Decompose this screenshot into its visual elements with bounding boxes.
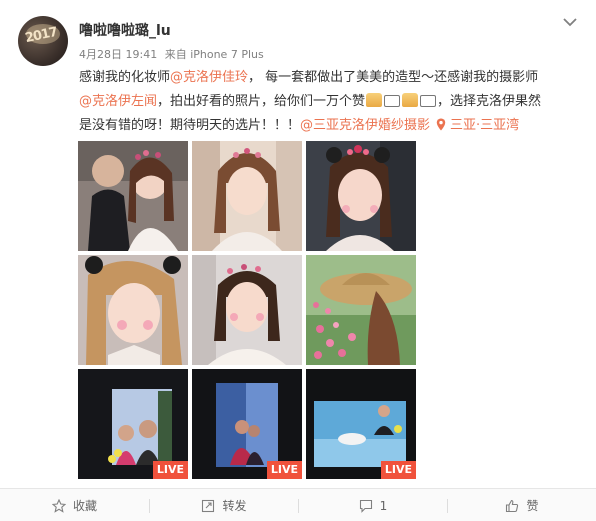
post-text-line-1: 感谢我的化妆师@克洛伊佳玲， 每一套都做出了美美的造型～还感谢我的摄影师 xyxy=(79,66,579,90)
photo-grid: LIVE LIVE LIVE xyxy=(78,141,416,479)
text-segment: ，选择克洛伊果然 xyxy=(437,94,542,109)
photo-8[interactable]: LIVE xyxy=(192,369,302,479)
thumbs-up-emoji-icon xyxy=(402,93,419,107)
username[interactable]: 噜啦噜啦璐_lu xyxy=(79,20,171,40)
favorite-label: 收藏 xyxy=(72,499,97,513)
post-source: 来自 iPhone 7 Plus xyxy=(164,48,264,61)
thumbs-up-emoji-icon xyxy=(366,93,383,107)
thumbs-up-icon xyxy=(506,499,519,512)
text-segment: ， 每一套都做出了美美的造型～还感谢我的摄影师 xyxy=(248,70,539,85)
repost-icon xyxy=(202,499,215,512)
image-emoji-icon xyxy=(384,95,401,107)
photo-2-image xyxy=(192,141,302,251)
post-meta: 4月28日 19:41 来自 iPhone 7 Plus xyxy=(79,46,268,62)
repost-button[interactable]: 转发 xyxy=(150,489,298,521)
photo-1[interactable] xyxy=(78,141,188,251)
mention-studio[interactable]: @三亚克洛伊婚纱摄影 xyxy=(300,118,430,133)
photo-4-image xyxy=(78,255,188,365)
like-button[interactable]: 赞 xyxy=(448,489,596,521)
photo-4[interactable] xyxy=(78,255,188,365)
post-action-bar: 收藏 转发 1 赞 xyxy=(0,488,596,521)
live-badge: LIVE xyxy=(380,461,416,479)
comment-count: 1 xyxy=(379,498,388,513)
photo-9[interactable]: LIVE xyxy=(306,369,416,479)
photo-6-image xyxy=(306,255,416,365)
image-emoji-icon xyxy=(420,95,437,107)
text-segment: 感谢我的化妆师 xyxy=(79,70,171,85)
live-badge: LIVE xyxy=(152,461,188,479)
location-pin-icon xyxy=(436,118,446,131)
photo-5[interactable] xyxy=(192,255,302,365)
photo-1-image xyxy=(78,141,188,251)
text-segment: ，拍出好看的照片，给你们一万个赞 xyxy=(157,94,366,109)
like-label: 赞 xyxy=(526,499,539,513)
post-date[interactable]: 4月28日 19:41 xyxy=(79,48,157,61)
photo-2[interactable] xyxy=(192,141,302,251)
mention-photographer[interactable]: @克洛伊左闻 xyxy=(79,94,157,109)
post-text-line-2: @克洛伊左闻，拍出好看的照片，给你们一万个赞 ，选择克洛伊果然 xyxy=(79,90,579,114)
favorite-button[interactable]: 收藏 xyxy=(0,489,149,521)
post-text: 感谢我的化妆师@克洛伊佳玲， 每一套都做出了美美的造型～还感谢我的摄影师 @克洛… xyxy=(79,66,579,138)
photo-3[interactable] xyxy=(306,141,416,251)
star-icon xyxy=(51,498,66,513)
chevron-down-icon[interactable] xyxy=(562,16,578,28)
location-link[interactable]: 三亚·三亚湾 xyxy=(450,118,519,133)
photo-3-image xyxy=(306,141,416,251)
photo-7[interactable]: LIVE xyxy=(78,369,188,479)
mention-makeup-artist[interactable]: @克洛伊佳玲 xyxy=(170,70,248,85)
live-badge: LIVE xyxy=(266,461,302,479)
user-avatar[interactable]: 2017 xyxy=(18,16,68,66)
photo-5-image xyxy=(192,255,302,365)
weibo-post-card: 2017 噜啦噜啦璐_lu 4月28日 19:41 来自 iPhone 7 Pl… xyxy=(0,0,596,521)
photo-6[interactable] xyxy=(306,255,416,365)
text-segment: 是没有错的呀！期待明天的选片！！！ xyxy=(79,118,301,133)
repost-label: 转发 xyxy=(222,499,247,513)
post-text-line-3: 是没有错的呀！期待明天的选片！！！@三亚克洛伊婚纱摄影 三亚·三亚湾 xyxy=(79,114,579,138)
comment-icon xyxy=(359,499,372,513)
comment-button[interactable]: 1 xyxy=(299,489,447,521)
